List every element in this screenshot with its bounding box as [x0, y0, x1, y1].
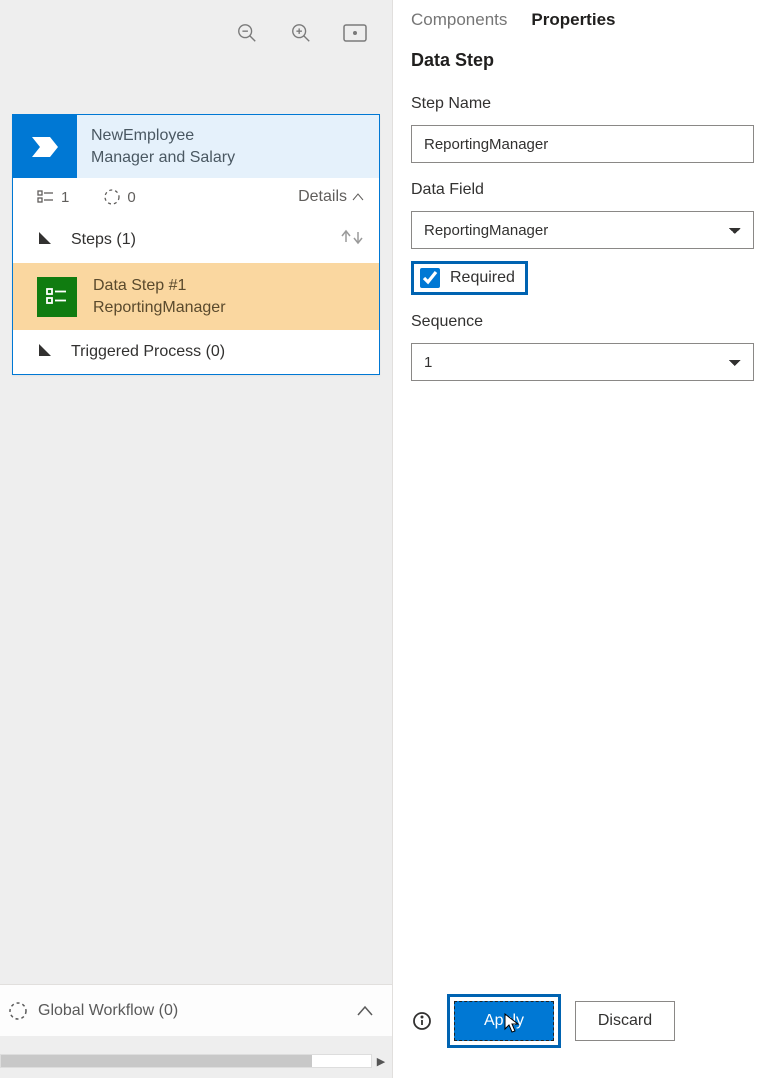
- chevron-up-icon: [351, 190, 365, 204]
- process-count-icon: [103, 188, 121, 206]
- zoom-out-icon[interactable]: [234, 20, 260, 46]
- info-icon[interactable]: [411, 1010, 433, 1032]
- triggered-process-label: Triggered Process (0): [71, 343, 225, 361]
- triggered-process-section[interactable]: Triggered Process (0): [13, 330, 379, 374]
- required-checkbox-wrap[interactable]: Required: [411, 261, 528, 295]
- tab-components[interactable]: Components: [411, 10, 507, 32]
- data-step-row[interactable]: Data Step #1 ReportingManager: [13, 263, 379, 330]
- steps-section-header[interactable]: Steps (1): [13, 216, 379, 263]
- panel-heading: Data Step: [411, 50, 754, 71]
- right-tabs: Components Properties: [393, 0, 772, 38]
- scroll-right-arrow[interactable]: ▶: [373, 1053, 389, 1069]
- form-icon: [37, 277, 77, 317]
- step-title: Data Step #1: [93, 275, 226, 297]
- horizontal-scrollbar[interactable]: ▶: [0, 1054, 372, 1068]
- step-subtitle: ReportingManager: [93, 297, 226, 319]
- properties-panel: Components Properties Data Step Step Nam…: [392, 0, 772, 1078]
- stage-title-line2: Manager and Salary: [91, 147, 235, 169]
- canvas-toolbar: [0, 0, 392, 66]
- tab-properties[interactable]: Properties: [531, 10, 615, 32]
- stage-card[interactable]: NewEmployee Manager and Salary 1 0 Detai…: [12, 114, 380, 375]
- required-label: Required: [450, 269, 515, 287]
- sequence-select[interactable]: 1: [411, 343, 754, 381]
- global-workflow-label: Global Workflow (0): [38, 1002, 178, 1020]
- reorder-icon[interactable]: [339, 228, 365, 251]
- data-field-label: Data Field: [411, 181, 754, 199]
- stage-title-line1: NewEmployee: [91, 125, 235, 147]
- details-toggle[interactable]: Details: [298, 188, 365, 206]
- process-dashed-icon: [8, 1001, 28, 1021]
- stage-header[interactable]: NewEmployee Manager and Salary: [13, 115, 379, 178]
- apply-button-highlight: Apply: [447, 994, 561, 1048]
- discard-button[interactable]: Discard: [575, 1001, 675, 1041]
- details-label: Details: [298, 188, 347, 206]
- steps-count-icon: [37, 190, 55, 204]
- sequence-label: Sequence: [411, 313, 754, 331]
- left-canvas: NewEmployee Manager and Salary 1 0 Detai…: [0, 0, 392, 1078]
- apply-button[interactable]: Apply: [454, 1001, 554, 1041]
- data-field-select[interactable]: ReportingManager: [411, 211, 754, 249]
- steps-section-label: Steps (1): [71, 231, 136, 249]
- steps-count-value: 1: [61, 189, 69, 206]
- triangle-collapse-icon: [37, 342, 57, 362]
- panel-footer: Apply Discard: [393, 982, 772, 1078]
- chevron-up-icon[interactable]: [356, 1004, 374, 1018]
- step-name-label: Step Name: [411, 95, 754, 113]
- stage-chevron-icon: [13, 115, 77, 178]
- step-name-input[interactable]: [411, 125, 754, 163]
- process-count-value: 0: [127, 189, 135, 206]
- triangle-collapse-icon: [37, 230, 57, 250]
- global-workflow-bar[interactable]: Global Workflow (0): [0, 984, 392, 1036]
- scrollbar-thumb[interactable]: [1, 1055, 312, 1067]
- required-checkbox[interactable]: [420, 268, 440, 288]
- stage-meta-row: 1 0 Details: [13, 178, 379, 216]
- fit-screen-icon[interactable]: [342, 20, 368, 46]
- zoom-in-icon[interactable]: [288, 20, 314, 46]
